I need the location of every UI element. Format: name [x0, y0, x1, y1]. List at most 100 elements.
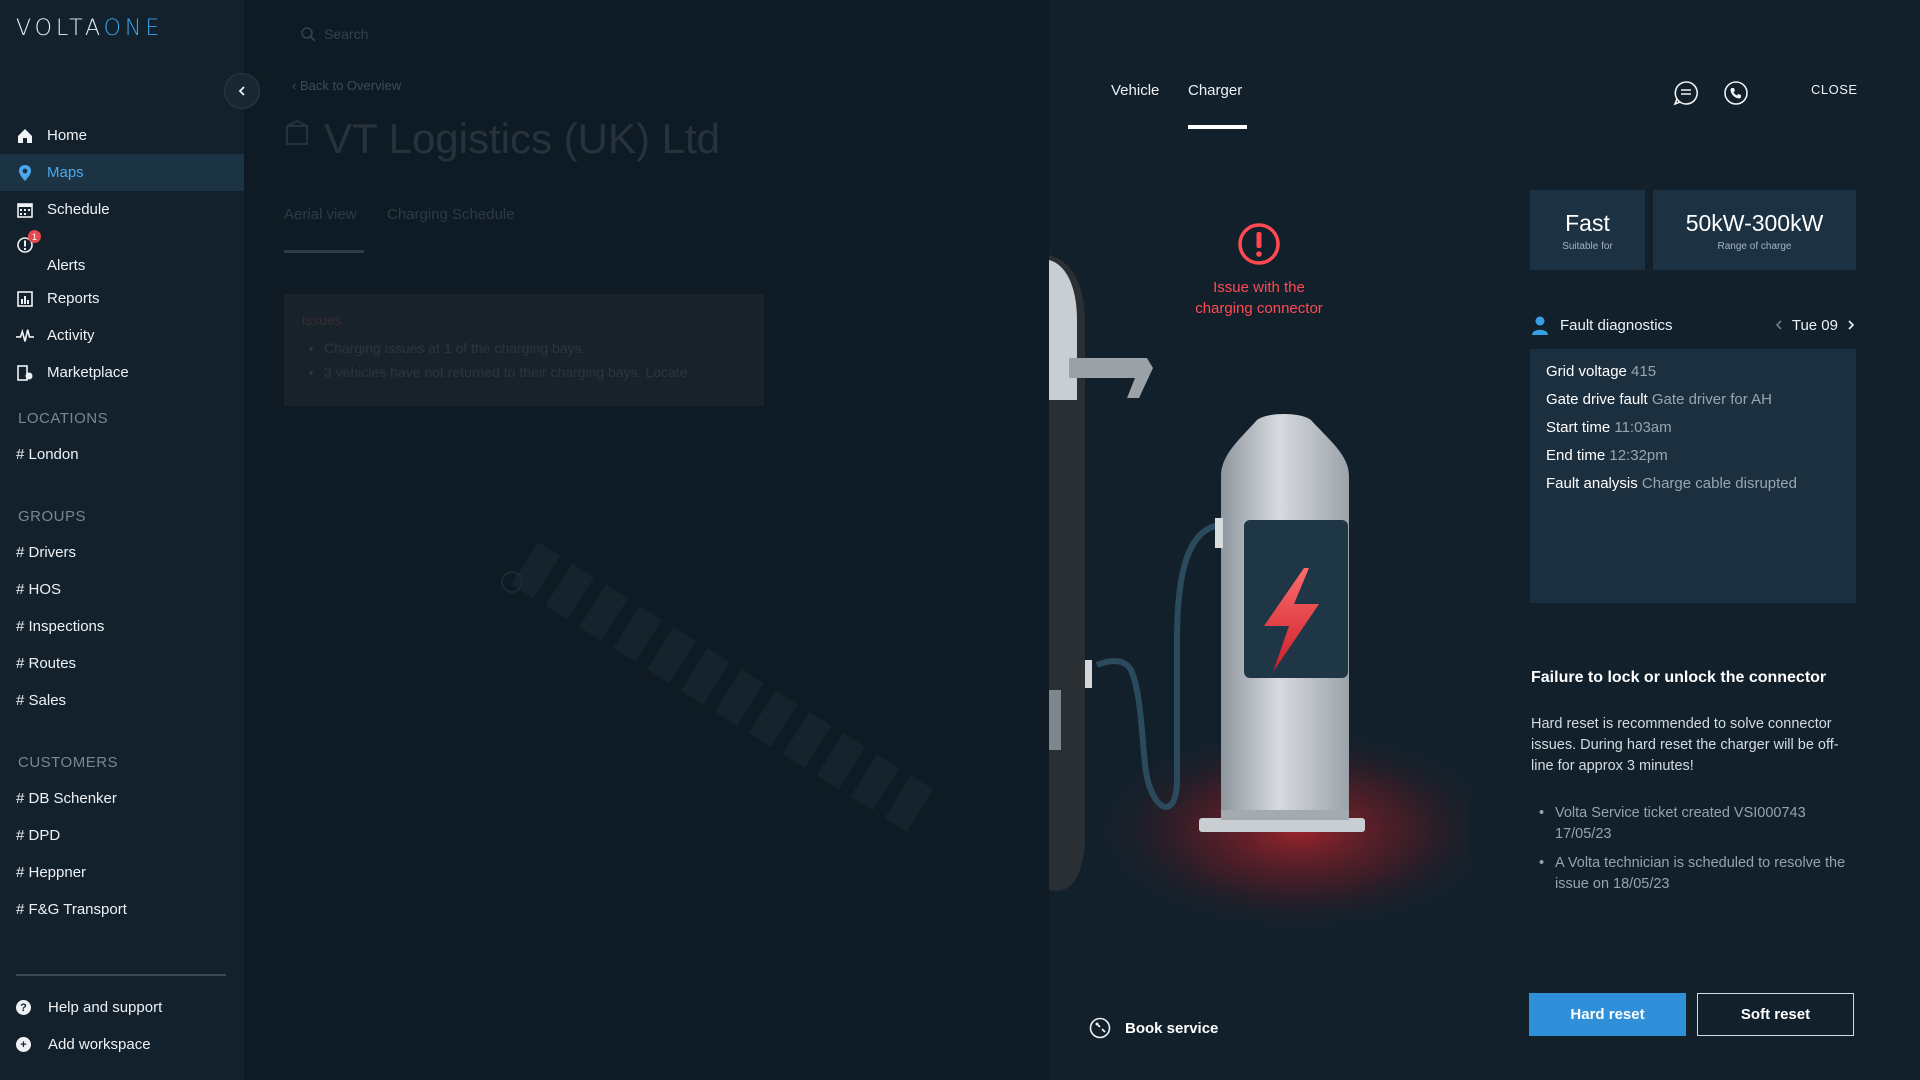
fault-diagnostics-title: Fault diagnostics — [1560, 316, 1673, 334]
hard-reset-button[interactable]: Hard reset — [1529, 993, 1686, 1036]
diagnostic-row: Gate drive fault Gate driver for AH — [1546, 391, 1772, 408]
tab-vehicle[interactable]: Vehicle — [1111, 82, 1159, 99]
failure-list: Volta Service ticket created VSI000743 1… — [1531, 803, 1861, 903]
calendar-icon — [16, 201, 34, 219]
sidebar-item-maps[interactable]: Maps — [0, 154, 244, 191]
activity-icon — [16, 327, 34, 345]
phone-icon[interactable] — [1723, 80, 1749, 106]
sidebar-item-label: Schedule — [47, 201, 110, 218]
sidebar-item-alerts[interactable]: 1 Alerts — [0, 228, 244, 280]
failure-title: Failure to lock or unlock the connector — [1531, 669, 1827, 686]
groups-heading: GROUPS — [18, 508, 87, 525]
diagnostic-row: End time 12:32pm — [1546, 447, 1668, 464]
tab-aerial-view: Aerial view — [284, 206, 357, 223]
diagnostic-row: Grid voltage 415 — [1546, 363, 1657, 380]
error-icon — [1238, 223, 1280, 265]
sidebar: VOLTAONE Home Maps Schedule 1 Alerts Rep… — [0, 0, 244, 1080]
search-icon — [300, 26, 316, 47]
failure-description: Hard reset is recommended to solve conne… — [1531, 716, 1839, 774]
add-icon: + — [16, 1037, 31, 1052]
fault-diagnostics-header: Fault diagnostics Tue 09 — [1530, 313, 1856, 337]
charge-range-value: 50kW-300kW — [1685, 210, 1824, 236]
map-pin-icon — [16, 164, 34, 182]
sidebar-item-home[interactable]: Home — [0, 117, 244, 154]
sidebar-item-label: Alerts — [47, 257, 86, 274]
charge-range-card: 50kW-300kW Range of charge — [1653, 190, 1856, 270]
book-service-label: Book service — [1125, 1019, 1219, 1037]
diagnostic-row: Fault analysis Charge cable disrupted — [1546, 475, 1797, 492]
fault-date: Tue 09 — [1791, 316, 1838, 334]
soft-reset-button[interactable]: Soft reset — [1697, 993, 1854, 1036]
aerial-map — [501, 542, 934, 832]
wrench-icon — [1089, 1017, 1111, 1039]
customer-item[interactable]: # DB Schenker — [16, 790, 117, 807]
location-item-london[interactable]: # London — [16, 446, 79, 463]
issue-message: Issue with the charging connector — [1195, 279, 1323, 317]
chevron-right-icon[interactable] — [1846, 319, 1856, 331]
tab-charger[interactable]: Charger — [1188, 82, 1242, 99]
charge-range-label: Range of charge — [1717, 241, 1792, 252]
collapse-sidebar-button[interactable] — [224, 73, 260, 109]
chevron-left-icon — [238, 86, 245, 96]
charge-speed-value: Fast — [1565, 210, 1610, 236]
date-picker: Tue 09 — [1774, 317, 1856, 334]
customer-item[interactable]: # F&G Transport — [16, 901, 127, 918]
page-title: VT Logistics (UK) Ltd — [324, 115, 721, 162]
background-page-overlay: Search ‹ Back to Overview VT Logistics (… — [244, 0, 1049, 1080]
sidebar-item-label: Activity — [47, 327, 95, 344]
active-tab-underline — [284, 250, 364, 253]
issue-alert: Issue with the charging connector — [1189, 222, 1329, 319]
help-and-support-link[interactable]: ? Help and support — [16, 999, 162, 1016]
sidebar-item-label: Home — [47, 127, 88, 144]
sidebar-divider — [16, 974, 226, 976]
footer-item-label: Help and support — [48, 999, 163, 1016]
sidebar-item-reports[interactable]: Reports — [0, 280, 244, 317]
app-logo[interactable]: VOLTAONE — [16, 16, 163, 41]
sidebar-item-label: Reports — [47, 290, 100, 307]
issues-card: issues Charging issues at 1 of the charg… — [284, 294, 764, 406]
chevron-left-icon[interactable] — [1774, 319, 1784, 331]
charger-detail-panel: Vehicle Charger CLOSE Issue with the cha… — [1049, 0, 1920, 1080]
marketplace-icon — [16, 364, 34, 382]
customers-heading: CUSTOMERS — [18, 754, 119, 771]
close-button[interactable]: CLOSE — [1811, 82, 1858, 97]
locations-heading: LOCATIONS — [18, 410, 109, 427]
building-icon — [284, 119, 310, 151]
book-service-button[interactable]: Book service — [1089, 1017, 1218, 1039]
issue-item: 3 vehicles have not returned to their ch… — [324, 364, 746, 380]
diagnostic-row: Start time 11:03am — [1546, 419, 1672, 436]
charge-speed-label: Suitable for — [1562, 241, 1613, 252]
sidebar-item-label: Marketplace — [47, 364, 129, 381]
group-item[interactable]: # HOS — [16, 581, 61, 598]
add-workspace-link[interactable]: + Add workspace — [16, 1036, 151, 1053]
reports-icon — [16, 290, 34, 308]
charger-illustration — [1049, 255, 1469, 935]
issues-title: issues — [302, 312, 342, 328]
group-item[interactable]: # Drivers — [16, 544, 76, 561]
customer-item[interactable]: # Heppner — [16, 864, 86, 881]
group-item[interactable]: # Inspections — [16, 618, 104, 635]
group-item[interactable]: # Routes — [16, 655, 76, 672]
sidebar-item-activity[interactable]: Activity — [0, 317, 244, 354]
sidebar-item-schedule[interactable]: Schedule — [0, 191, 244, 228]
alert-count-badge: 1 — [28, 230, 41, 243]
active-tab-underline — [1188, 125, 1247, 129]
search-input: Search — [324, 26, 369, 42]
home-icon — [16, 127, 34, 145]
chat-icon[interactable] — [1673, 80, 1699, 106]
footer-item-label: Add workspace — [48, 1036, 151, 1053]
sidebar-item-marketplace[interactable]: Marketplace — [0, 354, 244, 391]
charge-speed-card: Fast Suitable for — [1530, 190, 1645, 270]
tab-charging-schedule: Charging Schedule — [387, 206, 515, 223]
help-icon: ? — [16, 1000, 31, 1015]
list-item: A Volta technician is scheduled to resol… — [1531, 853, 1861, 895]
issue-item: Charging issues at 1 of the charging bay… — [324, 340, 746, 356]
main-nav: Home Maps Schedule 1 Alerts Reports Acti… — [0, 117, 244, 391]
customer-item[interactable]: # DPD — [16, 827, 60, 844]
sidebar-item-label: Maps — [47, 164, 84, 181]
list-item: Volta Service ticket created VSI000743 1… — [1531, 803, 1861, 845]
back-to-overview-link: ‹ Back to Overview — [292, 78, 402, 93]
diagnostics-card: Grid voltage 415 Gate drive fault Gate d… — [1530, 349, 1856, 603]
technician-icon — [1532, 316, 1548, 335]
group-item[interactable]: # Sales — [16, 692, 66, 709]
